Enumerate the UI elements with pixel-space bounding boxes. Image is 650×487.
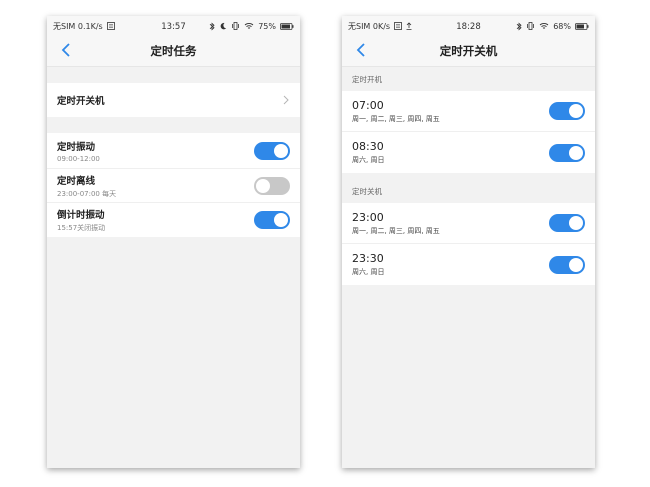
back-arrow-icon[interactable]	[59, 42, 75, 58]
list-item-countdown-vibrate[interactable]: 倒计时振动 15:57关闭振动	[47, 203, 300, 237]
section-label-power-off: 定时关机	[352, 187, 382, 196]
phone-screen-scheduled-power: 无SIM 0K/s 18:28 68% 定时开关机 定时开机 07:00 周一,…	[342, 16, 595, 468]
item-title: 倒计时振动	[57, 210, 105, 221]
item-time: 23:30	[352, 252, 384, 265]
schedule-power-row[interactable]: 定时开关机	[47, 83, 300, 117]
item-days: 周六, 周日	[352, 268, 385, 276]
item-subtitle: 15:57关闭振动	[57, 224, 106, 232]
schedule-power-label: 定时开关机	[57, 96, 105, 107]
item-title: 定时离线	[57, 175, 96, 187]
item-time: 23:00	[352, 210, 384, 224]
page-title: 定时任务	[150, 44, 197, 58]
item-days: 周一, 周二, 周三, 周四, 周五	[352, 114, 440, 123]
status-time: 13:57	[161, 22, 186, 32]
chevron-right-icon	[282, 95, 290, 105]
list-item-timed-vibrate[interactable]: 定时振动 09:00-12:00	[47, 133, 300, 169]
status-time: 18:28	[456, 22, 481, 32]
list-item-power-off[interactable]: 23:00 周一, 周二, 周三, 周四, 周五	[342, 203, 595, 244]
item-days: 周六, 周日	[352, 156, 385, 164]
list-item-power-on[interactable]: 08:30 周六, 周日	[342, 132, 595, 173]
toggle-switch-on[interactable]	[254, 141, 290, 160]
item-title: 定时振动	[57, 141, 96, 153]
list-item-timed-offline[interactable]: 定时离线 23:00-07:00 每天	[47, 169, 300, 203]
page-title: 定时开关机	[439, 44, 498, 58]
nav-bar: 定时任务	[47, 36, 300, 67]
list-item-power-on[interactable]: 07:00 周一, 周二, 周三, 周四, 周五	[342, 91, 595, 132]
toggle-switch-on[interactable]	[549, 143, 585, 162]
list-item-power-off[interactable]: 23:30 周六, 周日	[342, 244, 595, 285]
nav-bar: 定时开关机	[342, 36, 595, 67]
toggle-switch-on[interactable]	[549, 102, 585, 120]
item-subtitle: 23:00-07:00 每天	[57, 189, 117, 198]
item-time: 07:00	[352, 98, 384, 112]
item-time: 08:30	[352, 140, 384, 153]
section-label-power-on: 定时开机	[352, 75, 382, 84]
item-days: 周一, 周二, 周三, 周四, 周五	[352, 226, 440, 235]
item-subtitle: 09:00-12:00	[57, 154, 100, 163]
status-bar: 无SIM 0.1K/s 13:57 75%	[47, 16, 300, 36]
tasks-group: 定时振动 09:00-12:00 定时离线 23:00-07:00 每天 倒计时…	[47, 133, 300, 237]
toggle-switch-on[interactable]	[254, 211, 290, 229]
toggle-switch-off[interactable]	[254, 176, 290, 195]
power-on-group: 07:00 周一, 周二, 周三, 周四, 周五 08:30 周六, 周日	[342, 91, 595, 173]
schedule-group: 定时开关机	[47, 83, 300, 117]
status-bar: 无SIM 0K/s 18:28 68%	[342, 16, 595, 36]
toggle-switch-on[interactable]	[549, 255, 585, 274]
toggle-switch-on[interactable]	[549, 214, 585, 232]
back-arrow-icon[interactable]	[354, 42, 370, 58]
power-off-group: 23:00 周一, 周二, 周三, 周四, 周五 23:30 周六, 周日	[342, 203, 595, 285]
phone-screen-timed-tasks: 无SIM 0.1K/s 13:57 75% 定时任务 定时开关机 定时振动 09…	[47, 16, 300, 468]
